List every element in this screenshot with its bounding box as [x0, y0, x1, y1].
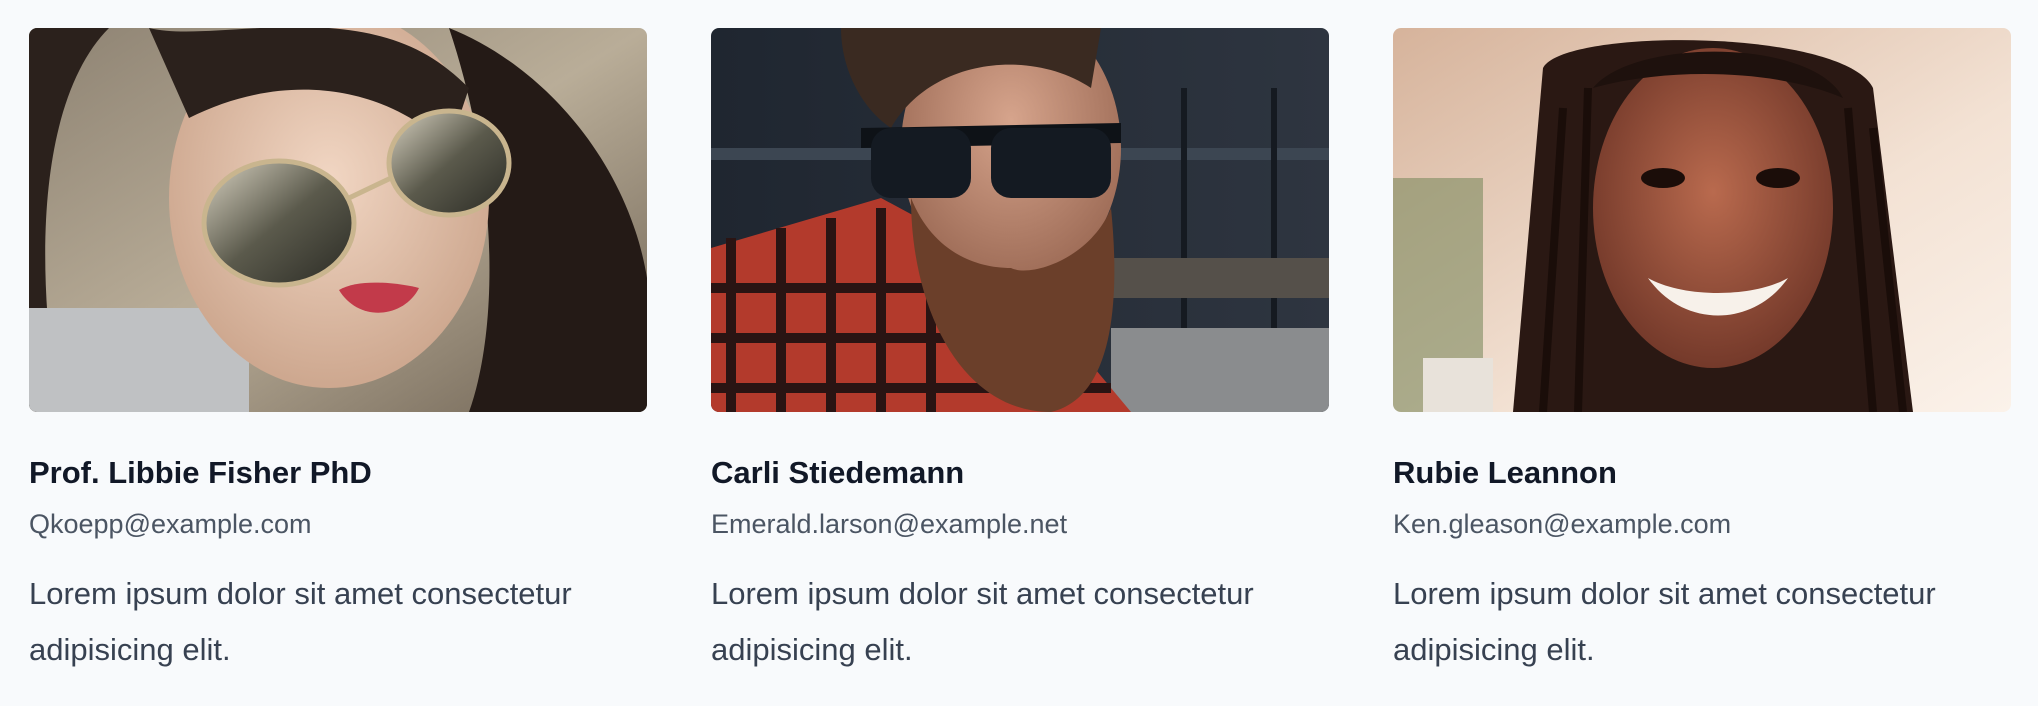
team-member-card: Prof. Libbie Fisher PhD Qkoepp@example.c… [29, 28, 647, 678]
member-photo [711, 28, 1329, 412]
team-member-card: Carli Stiedemann Emerald.larson@example.… [711, 28, 1329, 678]
member-name: Rubie Leannon [1393, 455, 1617, 490]
member-email: Qkoepp@example.com [29, 509, 312, 539]
member-bio: Lorem ipsum dolor sit amet consectetur a… [1393, 576, 1936, 667]
team-grid: Prof. Libbie Fisher PhD Qkoepp@example.c… [29, 28, 2011, 678]
team-member-card: Rubie Leannon Ken.gleason@example.com Lo… [1393, 28, 2011, 678]
member-photo [1393, 28, 2011, 412]
member-email: Emerald.larson@example.net [711, 509, 1068, 539]
member-bio: Lorem ipsum dolor sit amet consectetur a… [29, 576, 572, 667]
member-email: Ken.gleason@example.com [1393, 509, 1732, 539]
member-name: Carli Stiedemann [711, 455, 965, 490]
member-bio: Lorem ipsum dolor sit amet consectetur a… [711, 576, 1254, 667]
member-photo [29, 28, 647, 412]
member-name: Prof. Libbie Fisher PhD [29, 455, 372, 490]
